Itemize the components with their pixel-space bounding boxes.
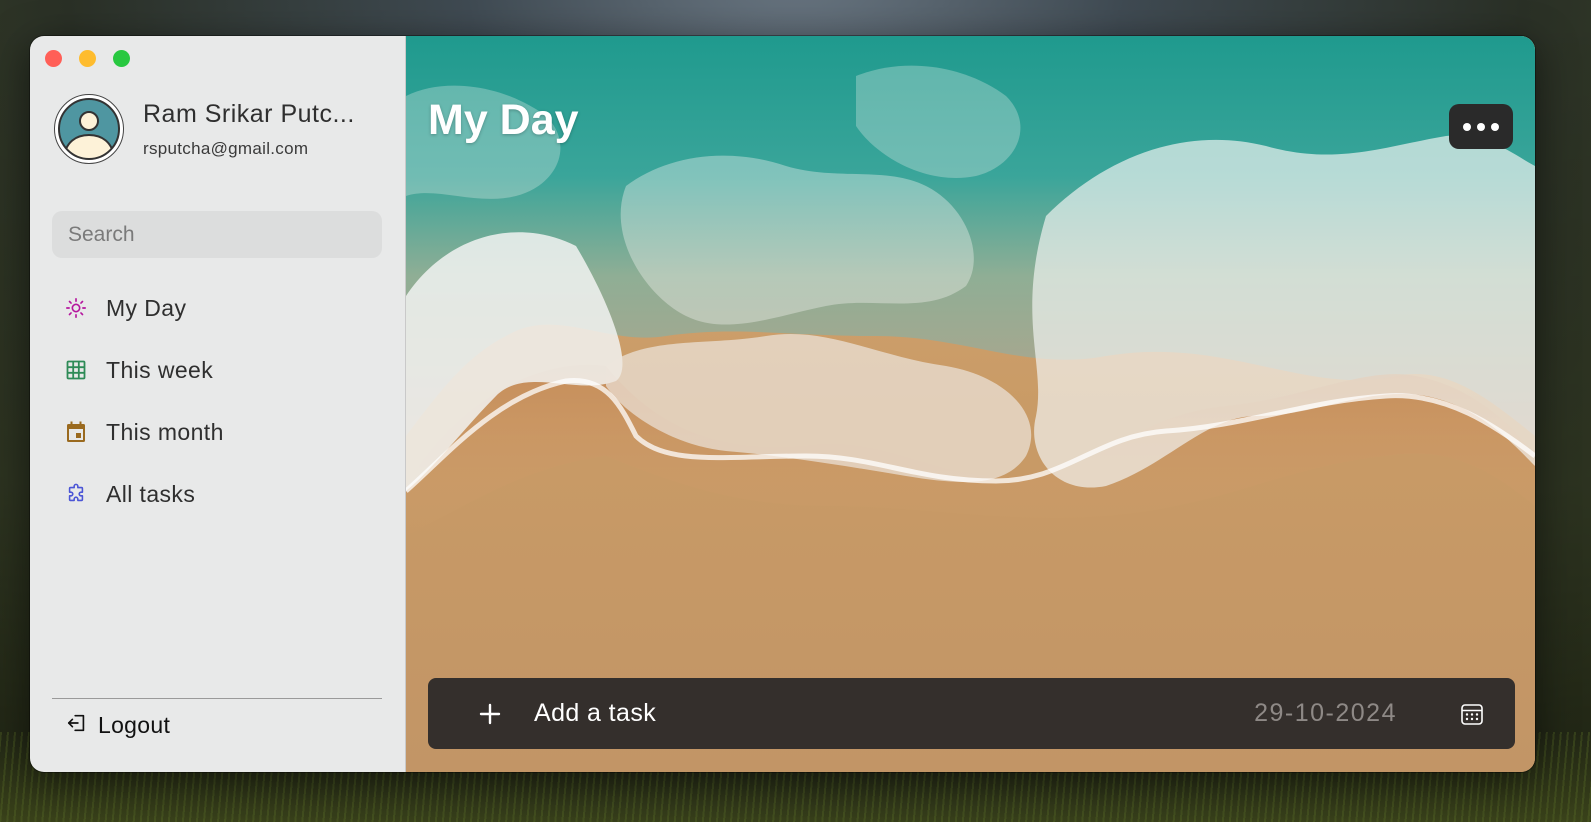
sidebar: Ram Srikar Putc... rsputcha@gmail.com Se… xyxy=(30,36,406,772)
sidebar-item-label: My Day xyxy=(106,294,187,321)
sidebar-item-all-tasks[interactable]: All tasks xyxy=(52,463,382,525)
minimize-window-button[interactable] xyxy=(79,50,96,67)
sidebar-item-label: All tasks xyxy=(106,480,196,507)
page-title: My Day xyxy=(428,96,579,144)
close-window-button[interactable] xyxy=(45,50,62,67)
logout-button[interactable]: Logout xyxy=(66,708,170,742)
add-task-input[interactable] xyxy=(532,698,1255,729)
plus-icon[interactable] xyxy=(478,702,502,726)
sidebar-nav: My Day This week This month All tasks xyxy=(52,277,382,525)
sidebar-item-this-week[interactable]: This week xyxy=(52,339,382,401)
calendar-icon xyxy=(64,420,88,444)
sidebar-divider xyxy=(52,698,382,699)
search-input[interactable] xyxy=(52,211,382,258)
sidebar-item-label: This month xyxy=(106,418,224,445)
maximize-window-button[interactable] xyxy=(113,50,130,67)
puzzle-icon xyxy=(64,482,88,506)
sun-icon xyxy=(64,296,88,320)
main-panel: My Day 29-10-2024 xyxy=(406,36,1535,772)
user-profile: Ram Srikar Putc... rsputcha@gmail.com xyxy=(54,94,378,164)
app-window: Ram Srikar Putc... rsputcha@gmail.com Se… xyxy=(30,36,1535,772)
user-email: rsputcha@gmail.com xyxy=(143,138,309,158)
sidebar-item-label: This week xyxy=(106,356,214,383)
grid-calendar-icon xyxy=(64,358,88,382)
user-name: Ram Srikar Putc... xyxy=(143,99,355,128)
due-date-value[interactable]: 29-10-2024 xyxy=(1254,699,1397,728)
user-avatar-icon xyxy=(54,94,124,164)
logout-icon xyxy=(66,712,88,738)
window-controls xyxy=(45,50,130,67)
sidebar-item-my-day[interactable]: My Day xyxy=(52,277,382,339)
beach-background-image xyxy=(406,36,1535,772)
add-task-bar: 29-10-2024 xyxy=(428,678,1515,749)
calendar-icon[interactable] xyxy=(1459,701,1485,727)
sidebar-item-this-month[interactable]: This month xyxy=(52,401,382,463)
more-options-button[interactable] xyxy=(1449,104,1513,149)
logout-label: Logout xyxy=(98,711,171,738)
ellipsis-icon xyxy=(1463,122,1499,131)
